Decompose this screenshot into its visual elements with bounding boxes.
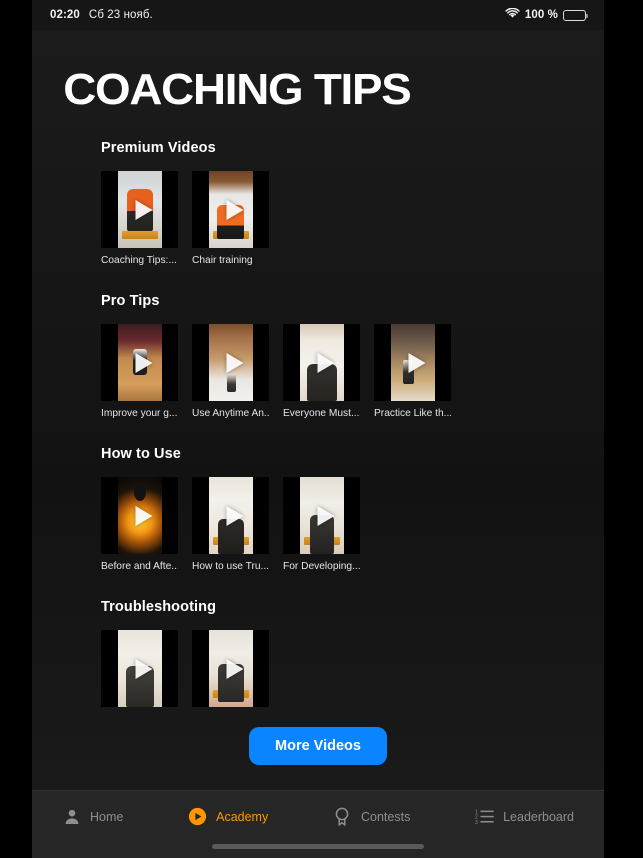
section-title: Premium Videos (101, 140, 216, 156)
overlay-caption-strip (212, 537, 249, 545)
scroll-content[interactable]: COACHING TIPS Premium Videos Coaching Tip… (32, 30, 604, 790)
person-icon (62, 807, 81, 826)
play-icon[interactable] (135, 505, 152, 526)
overlay-caption-strip (212, 231, 249, 239)
tab-label: Contests (360, 809, 411, 824)
video-card[interactable]: Everyone Must... (283, 324, 360, 420)
section-title: Troubleshooting (101, 599, 217, 615)
tab-spacer (410, 791, 475, 842)
video-card[interactable]: How to use Tru... (192, 477, 269, 573)
tab-academy[interactable]: Academy (188, 791, 268, 842)
video-rail[interactable]: Coaching Tips:... Chair training (101, 171, 604, 267)
video-thumbnail[interactable] (101, 630, 178, 707)
svg-text:3: 3 (475, 820, 478, 825)
video-thumbnail[interactable] (192, 477, 269, 554)
play-circle-icon (188, 807, 207, 826)
tab-label: Academy (216, 809, 269, 824)
overlay-caption-strip (212, 690, 249, 698)
play-icon[interactable] (135, 352, 152, 373)
tab-contests[interactable]: Contests (333, 791, 410, 842)
video-caption: Practice Like th... (374, 408, 451, 419)
app-window: 02:20 Сб 23 нояб. 100 % COACHING TIPS Pr… (32, 0, 604, 858)
video-thumbnail[interactable] (192, 324, 269, 401)
video-card[interactable] (101, 630, 178, 713)
play-icon[interactable] (226, 352, 243, 373)
status-date: Сб 23 нояб. (88, 9, 153, 21)
section-title: How to Use (101, 446, 181, 462)
more-videos-button[interactable]: More Videos (249, 727, 387, 765)
battery-icon (563, 9, 589, 21)
play-icon[interactable] (317, 505, 334, 526)
video-thumbnail[interactable] (283, 477, 360, 554)
section-premium-videos: Premium Videos Coaching Tips:... Chair tra… (32, 140, 604, 267)
tab-label: Leaderboard (503, 809, 574, 824)
video-caption: Improve your g... (101, 408, 178, 419)
video-card[interactable]: Use Anytime An... (192, 324, 269, 420)
overlay-caption-strip (121, 231, 158, 239)
play-icon[interactable] (408, 352, 425, 373)
wifi-icon (505, 7, 520, 22)
award-ribbon-icon (333, 807, 352, 826)
play-icon[interactable] (135, 658, 152, 679)
tab-spacer (268, 791, 333, 842)
home-indicator[interactable] (212, 844, 424, 849)
tab-leaderboard[interactable]: 1 2 3 Leaderboard (475, 791, 574, 842)
video-rail[interactable]: Improve your g... Use Anytime An... Everyo… (101, 324, 604, 420)
video-rail[interactable] (101, 630, 604, 713)
status-bar-left: 02:20 Сб 23 нояб. (50, 9, 153, 21)
video-caption: Everyone Must... (283, 408, 360, 419)
video-thumbnail[interactable] (101, 477, 178, 554)
video-card[interactable]: Coaching Tips:... (101, 171, 178, 267)
status-time: 02:20 (50, 9, 80, 21)
play-icon[interactable] (226, 658, 243, 679)
tab-home[interactable]: Home (62, 791, 123, 842)
more-videos-wrap: More Videos (32, 727, 604, 765)
video-thumbnail[interactable] (101, 324, 178, 401)
video-thumbnail[interactable] (101, 171, 178, 248)
video-caption: Before and Afte... (101, 561, 178, 572)
screen: 02:20 Сб 23 нояб. 100 % COACHING TIPS Pr… (0, 0, 643, 858)
section-how-to-use: How to Use Before and Afte... How to use T… (32, 446, 604, 573)
battery-percent: 100 % (524, 9, 558, 21)
video-card[interactable]: Chair training (192, 171, 269, 267)
video-thumbnail[interactable] (192, 171, 269, 248)
video-card[interactable]: Before and Afte... (101, 477, 178, 573)
play-icon[interactable] (317, 352, 334, 373)
play-icon[interactable] (135, 199, 152, 220)
section-title: Pro Tips (101, 293, 160, 309)
video-card[interactable]: For Developing... (283, 477, 360, 573)
video-card[interactable]: Practice Like th... (374, 324, 451, 420)
video-thumbnail[interactable] (192, 630, 269, 707)
overlay-caption-strip (303, 537, 340, 545)
status-bar: 02:20 Сб 23 нояб. 100 % (32, 0, 604, 30)
play-icon[interactable] (226, 505, 243, 526)
section-pro-tips: Pro Tips Improve your g... Use Anytime An.… (32, 293, 604, 420)
numbered-list-icon: 123 (475, 807, 494, 826)
play-icon[interactable] (226, 199, 243, 220)
video-card[interactable] (192, 630, 269, 713)
video-thumbnail[interactable] (374, 324, 451, 401)
video-caption: Chair training (192, 255, 253, 266)
home-indicator-wrap (32, 842, 604, 858)
video-caption: Use Anytime An... (192, 408, 269, 419)
status-bar-right: 100 % (505, 7, 589, 22)
video-card[interactable]: Improve your g... (101, 324, 178, 420)
section-troubleshooting: Troubleshooting (32, 599, 604, 713)
video-caption: Coaching Tips:... (101, 255, 177, 266)
page-title: COACHING TIPS (63, 65, 412, 114)
video-caption: For Developing... (283, 561, 360, 572)
video-caption: How to use Tru... (192, 561, 269, 572)
tab-label: Home (90, 809, 124, 824)
tab-bar: Home Academy Contests 1 2 3 Leaderboard (32, 790, 604, 842)
video-rail[interactable]: Before and Afte... How to use Tru... For D… (101, 477, 604, 573)
tab-spacer (123, 791, 188, 842)
sections-list: Premium Videos Coaching Tips:... Chair tra… (32, 140, 604, 713)
video-thumbnail[interactable] (283, 324, 360, 401)
